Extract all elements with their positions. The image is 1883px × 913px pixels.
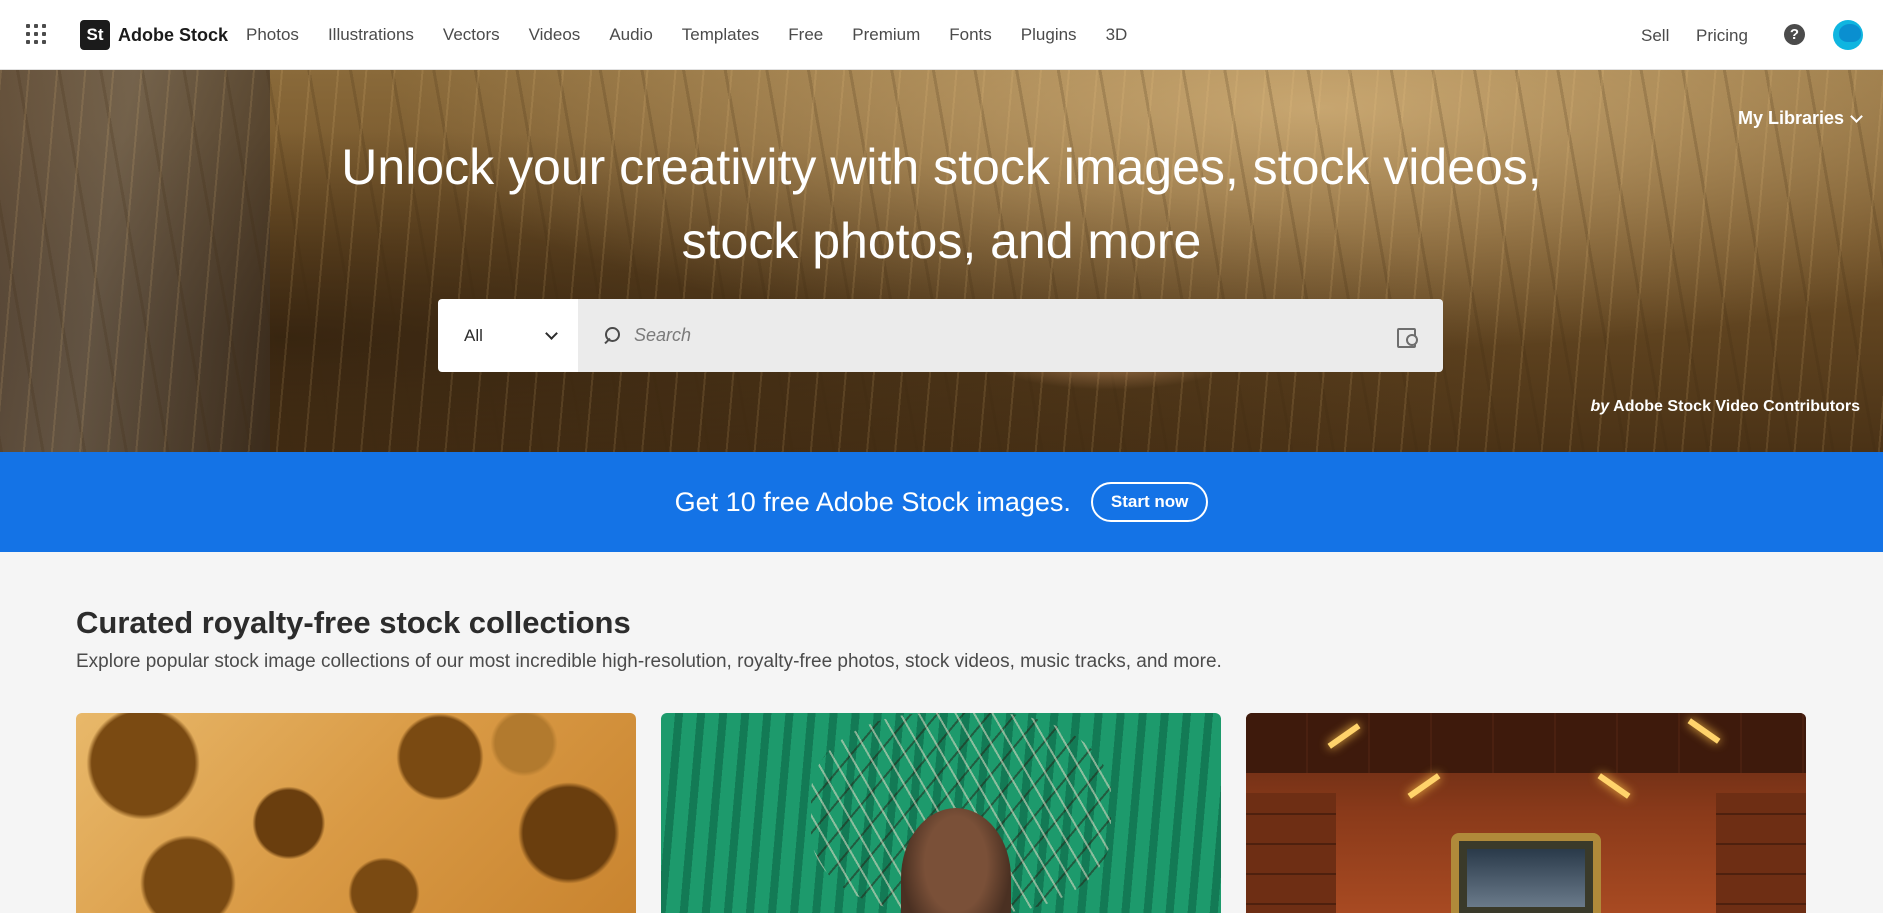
chevron-down-icon [545, 326, 558, 340]
search-icon [602, 326, 620, 345]
adobe-stock-logo[interactable]: St Adobe Stock [80, 20, 228, 50]
nav-premium[interactable]: Premium [852, 25, 920, 45]
nav-vectors[interactable]: Vectors [443, 25, 500, 45]
collections-section: Curated royalty-free stock collections E… [0, 552, 1883, 913]
brand-name: Adobe Stock [118, 24, 229, 45]
top-navigation-bar: St Adobe Stock Photos Illustrations Vect… [0, 0, 1883, 70]
pricing-link[interactable]: Pricing [1696, 26, 1748, 46]
collections-description: Explore popular stock image collections … [76, 651, 1222, 672]
asset-type-value: All [464, 325, 483, 345]
search-input[interactable] [634, 325, 1383, 346]
help-icon[interactable]: ? [1784, 24, 1805, 45]
credit-by: by [1590, 398, 1610, 415]
collections-title: Curated royalty-free stock collections [76, 605, 631, 640]
my-libraries-label: My Libraries [1738, 108, 1845, 128]
collection-card-pasta[interactable] [76, 713, 636, 913]
visual-search-icon[interactable] [1397, 326, 1419, 348]
nav-photos[interactable]: Photos [246, 25, 299, 45]
nav-illustrations[interactable]: Illustrations [328, 25, 414, 45]
hero-title: Unlock your creativity with stock images… [341, 139, 1542, 269]
search-bar: All [438, 299, 1443, 372]
stock-logo-badge: St [80, 20, 110, 50]
collection-card-retro-room[interactable] [1246, 713, 1806, 913]
nav-templates[interactable]: Templates [682, 25, 759, 45]
start-now-button[interactable]: Start now [1090, 482, 1209, 522]
card-image-light [1597, 773, 1631, 799]
search-field [578, 299, 1443, 372]
app-switcher-icon[interactable] [26, 24, 46, 44]
nav-fonts[interactable]: Fonts [949, 25, 992, 45]
promo-text: Get 10 free Adobe Stock images. [674, 486, 1071, 517]
my-libraries-button[interactable]: My Libraries [1738, 108, 1863, 129]
promo-banner: Get 10 free Adobe Stock images. Start no… [0, 452, 1883, 552]
user-avatar[interactable] [1833, 20, 1863, 50]
hero-banner: My Libraries Unlock your creativity with… [0, 70, 1883, 452]
asset-type-select[interactable]: All [438, 299, 578, 372]
collection-cards [76, 713, 1806, 913]
card-image-shelf [1716, 793, 1806, 913]
card-image-light [1407, 773, 1441, 799]
main-nav: Photos Illustrations Vectors Videos Audi… [246, 0, 1156, 70]
sell-link[interactable]: Sell [1641, 26, 1669, 46]
collection-card-portrait[interactable] [661, 713, 1221, 913]
credit-name: Adobe Stock Video Contributors [1613, 398, 1860, 415]
hero-credit: by Adobe Stock Video Contributors [1591, 398, 1861, 416]
card-image-tv [1451, 833, 1601, 913]
nav-audio[interactable]: Audio [609, 25, 652, 45]
card-image-shelf [1246, 793, 1336, 913]
nav-3d[interactable]: 3D [1106, 25, 1128, 45]
nav-plugins[interactable]: Plugins [1021, 25, 1077, 45]
chevron-down-icon [1850, 110, 1863, 123]
nav-free[interactable]: Free [788, 25, 823, 45]
nav-videos[interactable]: Videos [529, 25, 581, 45]
